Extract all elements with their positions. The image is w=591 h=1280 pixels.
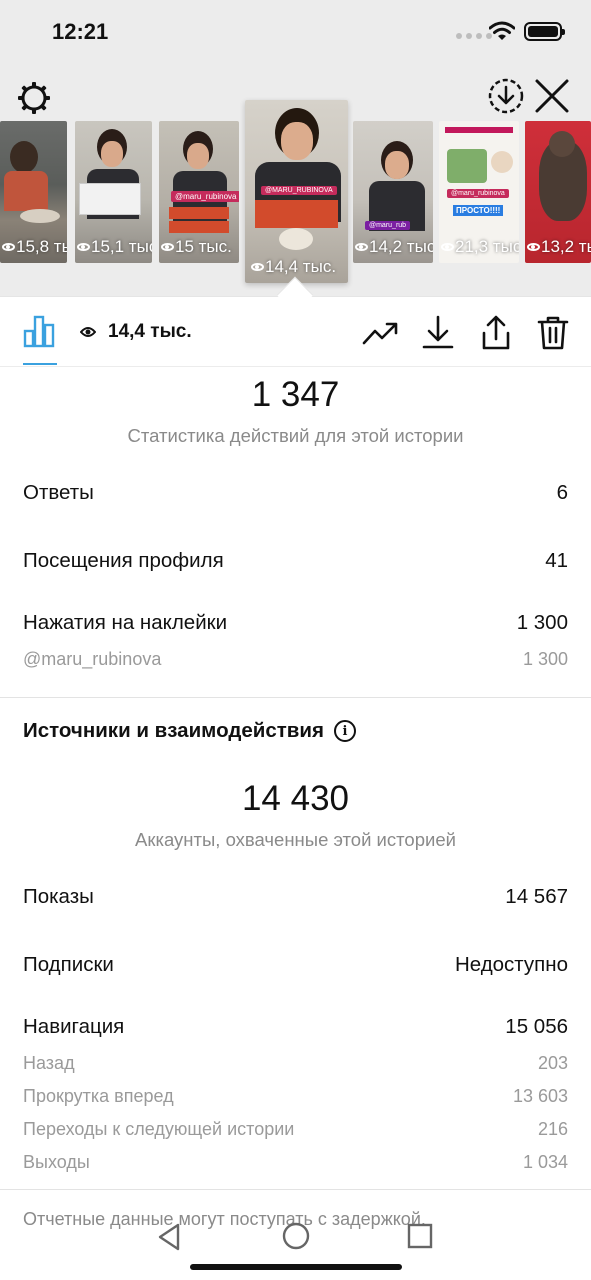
story-thumbnail-active[interactable]: @MARU_RUBINOVA 14,4 тыс. (245, 100, 348, 283)
story-views-label: 13,2 тыс. (541, 237, 591, 256)
stat-subrow: Назад 203 (23, 1053, 568, 1074)
discovery-title-text: Источники и взаимодействия (23, 719, 324, 742)
interactions-caption: Статистика действий для этой истории (127, 425, 464, 446)
story-views: 15,1 тыс. (75, 229, 152, 263)
stat-value: 14 567 (505, 885, 568, 908)
stat-subvalue: 216 (537, 1119, 568, 1139)
stat-sublabel: Прокрутка вперед (23, 1086, 174, 1106)
story-thumbnail[interactable]: 13,2 тыс. (525, 121, 591, 263)
stat-label: Нажатия на наклейки (23, 611, 228, 634)
stat-sublabel: Назад (23, 1053, 75, 1073)
section-divider (0, 1189, 591, 1190)
story-views: 15,8 тыс. (0, 229, 67, 263)
story-thumbnail[interactable]: 15,8 тыс. (0, 121, 67, 263)
info-icon[interactable]: i (333, 720, 356, 742)
stat-sublabel: Выходы (23, 1152, 90, 1172)
story-mention-tag: @maru_rubinova (171, 191, 239, 202)
stat-subvalue: 13 603 (512, 1086, 568, 1106)
stat-subrow: Прокрутка вперед 13 603 (23, 1086, 568, 1107)
story-thumbnail[interactable]: @maru_rubinova 15 тыс. (159, 121, 239, 263)
insights-panel: 14,4 тыс. 1 347 Статистика действий для … (0, 296, 591, 1280)
interactions-total: 1 347 (251, 375, 340, 414)
story-thumbnail[interactable]: 15,1 тыс. (75, 121, 152, 263)
story-thumbnail[interactable]: @maru_rubinova ПРОСТО!!!! 21,3 тыс. (439, 121, 519, 263)
promote-button[interactable] (360, 313, 400, 358)
stat-value: 6 (556, 481, 568, 504)
download-button[interactable] (418, 313, 458, 358)
section-divider (0, 697, 591, 698)
stat-value: 41 (545, 549, 568, 572)
stat-sublabel: Переходы к следующей истории (23, 1119, 295, 1139)
gear-icon (18, 82, 50, 114)
eye-icon (80, 327, 96, 337)
stat-sublabel: @maru_rubinova (23, 649, 162, 669)
signal-icon (456, 33, 492, 39)
trending-icon (362, 322, 398, 345)
delete-button[interactable] (533, 313, 573, 358)
story-thumbnail[interactable]: @maru_rub 14,2 тыс. (353, 121, 433, 263)
active-tab-indicator (23, 363, 57, 365)
story-views: 14,2 тыс. (353, 229, 433, 263)
stat-subvalue: 1 300 (522, 649, 568, 669)
recents-icon[interactable] (406, 1222, 434, 1250)
home-indicator[interactable] (190, 1264, 402, 1270)
story-views-label: 14,2 тыс. (369, 237, 433, 256)
story-views-label: 15,8 тыс. (16, 237, 67, 256)
download-icon (422, 315, 454, 349)
reach-total: 14 430 (241, 779, 350, 818)
views-summary: 14,4 тыс. (80, 321, 192, 343)
stat-row: Ответы 6 (23, 481, 568, 505)
stat-subrow: Выходы 1 034 (23, 1152, 568, 1173)
discovery-section-title: Источники и взаимодействия i (23, 719, 356, 743)
stories-strip: 15,8 тыс. 15,1 тыс. @maru_rubinova 15 ты… (0, 100, 591, 284)
home-icon[interactable] (281, 1221, 311, 1251)
stat-label: Навигация (23, 1015, 125, 1038)
circle-download-icon (488, 78, 524, 114)
stat-row: Нажатия на наклейки 1 300 (23, 611, 568, 635)
stat-row: Подписки Недоступно (23, 953, 568, 977)
system-nav-bar (0, 1218, 591, 1280)
reach-caption: Аккаунты, охваченные этой историей (135, 829, 456, 850)
stat-value: 15 056 (505, 1015, 568, 1038)
story-views: 15 тыс. (159, 229, 239, 263)
bar-chart-icon (23, 315, 55, 348)
share-button[interactable] (476, 313, 516, 358)
battery-icon (524, 22, 565, 41)
stat-value: 1 300 (516, 611, 568, 634)
stat-label: Показы (23, 885, 94, 908)
status-bar: 12:21 (0, 0, 591, 62)
stat-value: Недоступно (454, 953, 568, 976)
trash-icon (537, 316, 569, 350)
close-button[interactable] (530, 74, 574, 118)
stat-subrow: @maru_rubinova 1 300 (23, 649, 568, 670)
wifi-icon (489, 21, 515, 40)
story-views: 21,3 тыс. (439, 229, 519, 263)
stat-row: Посещения профиля 41 (23, 549, 568, 573)
stat-label: Ответы (23, 481, 94, 504)
story-views: 13,2 тыс. (525, 229, 591, 263)
stat-subrow: Переходы к следующей истории 216 (23, 1119, 568, 1140)
story-views-label: 15,1 тыс. (91, 237, 152, 256)
story-title-text: ПРОСТО!!!! (453, 205, 504, 216)
stat-subvalue: 203 (537, 1053, 568, 1073)
settings-button[interactable] (14, 78, 54, 118)
story-mention-tag: @MARU_RUBINOVA (261, 186, 337, 195)
back-icon[interactable] (156, 1222, 184, 1252)
stat-row: Навигация 15 056 (23, 1015, 568, 1039)
insights-tab[interactable] (22, 313, 58, 354)
views-count: 14,4 тыс. (108, 321, 192, 342)
story-mention-tag: @maru_rubinova (447, 189, 509, 198)
story-views-label: 15 тыс. (175, 237, 232, 256)
stat-label: Подписки (23, 953, 114, 976)
stat-subvalue: 1 034 (522, 1152, 568, 1172)
story-views-label: 21,3 тыс. (455, 237, 519, 256)
stat-row: Показы 14 567 (23, 885, 568, 909)
status-time: 12:21 (52, 19, 109, 44)
stat-label: Посещения профиля (23, 549, 224, 572)
share-icon (482, 315, 510, 350)
close-icon (535, 79, 569, 113)
save-story-button[interactable] (486, 76, 526, 116)
story-views-label: 14,4 тыс. (265, 257, 337, 276)
